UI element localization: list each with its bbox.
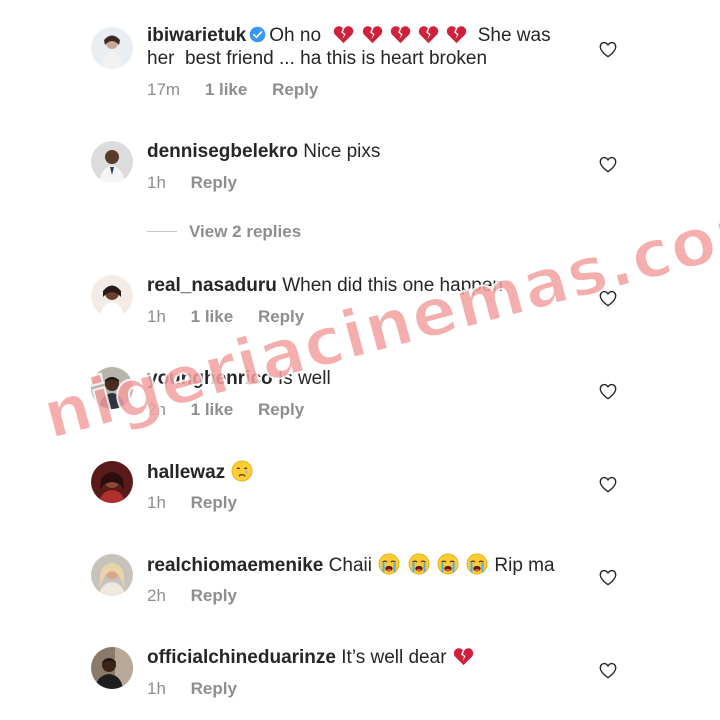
broken-heart-icon	[333, 25, 354, 44]
comment-text-line: her best friend ... ha this is heart bro…	[147, 48, 488, 69]
timestamp: 1h	[147, 307, 166, 326]
loudly-crying-face-icon	[378, 553, 400, 575]
timestamp: 2h	[147, 586, 166, 605]
loudly-crying-emoji-group	[377, 555, 494, 576]
timestamp: 1h	[147, 679, 166, 698]
reply-button[interactable]: Reply	[191, 586, 237, 605]
comment-text-part: It’s well dear	[341, 647, 447, 668]
like-heart-icon[interactable]	[599, 476, 617, 493]
like-heart-icon[interactable]	[599, 41, 617, 58]
comment-text-part: Rip ma	[494, 555, 555, 576]
avatar[interactable]	[91, 275, 133, 317]
reply-button[interactable]: Reply	[258, 400, 304, 419]
comment-text-part: Nice pixs	[303, 141, 381, 162]
username[interactable]: realchiomaemenike	[147, 555, 323, 576]
like-heart-icon[interactable]	[599, 383, 617, 400]
avatar[interactable]	[91, 461, 133, 503]
comment-text-part: Oh no	[269, 25, 322, 46]
timestamp: 1h	[147, 173, 166, 192]
comment-meta: 2h Reply	[147, 586, 257, 606]
comment-text-part: Is well	[277, 368, 331, 389]
like-heart-icon[interactable]	[599, 290, 617, 307]
comment-text-part: Chaii	[328, 555, 372, 576]
comment-text: dennisegbelekro Nice pixs	[147, 140, 567, 163]
comment-text: younghenrico Is well	[147, 367, 567, 390]
broken-heart-icon	[453, 647, 474, 666]
avatar[interactable]	[91, 647, 133, 689]
comment-meta: 1h 1 like Reply	[147, 307, 324, 327]
loudly-crying-face-icon	[408, 553, 430, 575]
comment-text-part: She was	[477, 25, 551, 46]
crying-face-icon	[231, 460, 253, 482]
comment-meta: 1h Reply	[147, 173, 257, 193]
view-replies-label[interactable]: View 2 replies	[189, 222, 301, 241]
comment-text: hallewaz	[147, 460, 567, 484]
likes-count[interactable]: 1 like	[191, 400, 234, 419]
like-heart-icon[interactable]	[599, 569, 617, 586]
broken-heart-emoji-group	[332, 25, 473, 46]
avatar[interactable]	[91, 27, 133, 69]
username[interactable]: younghenrico	[147, 368, 273, 389]
reply-button[interactable]: Reply	[191, 493, 237, 512]
divider	[147, 231, 177, 232]
broken-heart-icon	[418, 25, 439, 44]
avatar[interactable]	[91, 141, 133, 183]
comment-text: officialchineduarinze It’s well dear	[147, 646, 567, 669]
timestamp: 1h	[147, 493, 166, 512]
verified-badge-icon	[249, 26, 266, 43]
reply-button[interactable]: Reply	[258, 307, 304, 326]
watermark: nigeriacinemas.com	[34, 181, 720, 455]
comment-text: real_nasaduru When did this one happen	[147, 274, 567, 297]
comment-text: ibiwarietuk Oh no She was her best friend…	[147, 24, 567, 70]
loudly-crying-face-icon	[437, 553, 459, 575]
loudly-crying-face-icon	[466, 553, 488, 575]
comment-meta: 17m 1 like Reply	[147, 80, 338, 100]
username[interactable]: ibiwarietuk	[147, 25, 246, 46]
broken-heart-icon	[390, 25, 411, 44]
comment-meta: 1h Reply	[147, 493, 257, 513]
reply-button[interactable]: Reply	[272, 80, 318, 99]
broken-heart-icon	[362, 25, 383, 44]
avatar[interactable]	[91, 554, 133, 596]
likes-count[interactable]: 1 like	[205, 80, 248, 99]
timestamp: 2h	[147, 400, 166, 419]
likes-count[interactable]: 1 like	[191, 307, 234, 326]
comment-text-part: When did this one happen	[282, 275, 503, 296]
username[interactable]: officialchineduarinze	[147, 647, 336, 668]
username[interactable]: dennisegbelekro	[147, 141, 298, 162]
comment-meta: 2h 1 like Reply	[147, 400, 324, 420]
comment-text: realchiomaemenike Chaii Rip ma	[147, 553, 567, 577]
view-replies-button[interactable]: View 2 replies	[147, 222, 301, 244]
timestamp: 17m	[147, 80, 181, 99]
broken-heart-icon	[446, 25, 467, 44]
comment-meta: 1h Reply	[147, 679, 257, 699]
avatar[interactable]	[91, 367, 133, 409]
reply-button[interactable]: Reply	[191, 679, 237, 698]
reply-button[interactable]: Reply	[191, 173, 237, 192]
like-heart-icon[interactable]	[599, 156, 617, 173]
username[interactable]: real_nasaduru	[147, 275, 277, 296]
like-heart-icon[interactable]	[599, 662, 617, 679]
username[interactable]: hallewaz	[147, 462, 225, 483]
